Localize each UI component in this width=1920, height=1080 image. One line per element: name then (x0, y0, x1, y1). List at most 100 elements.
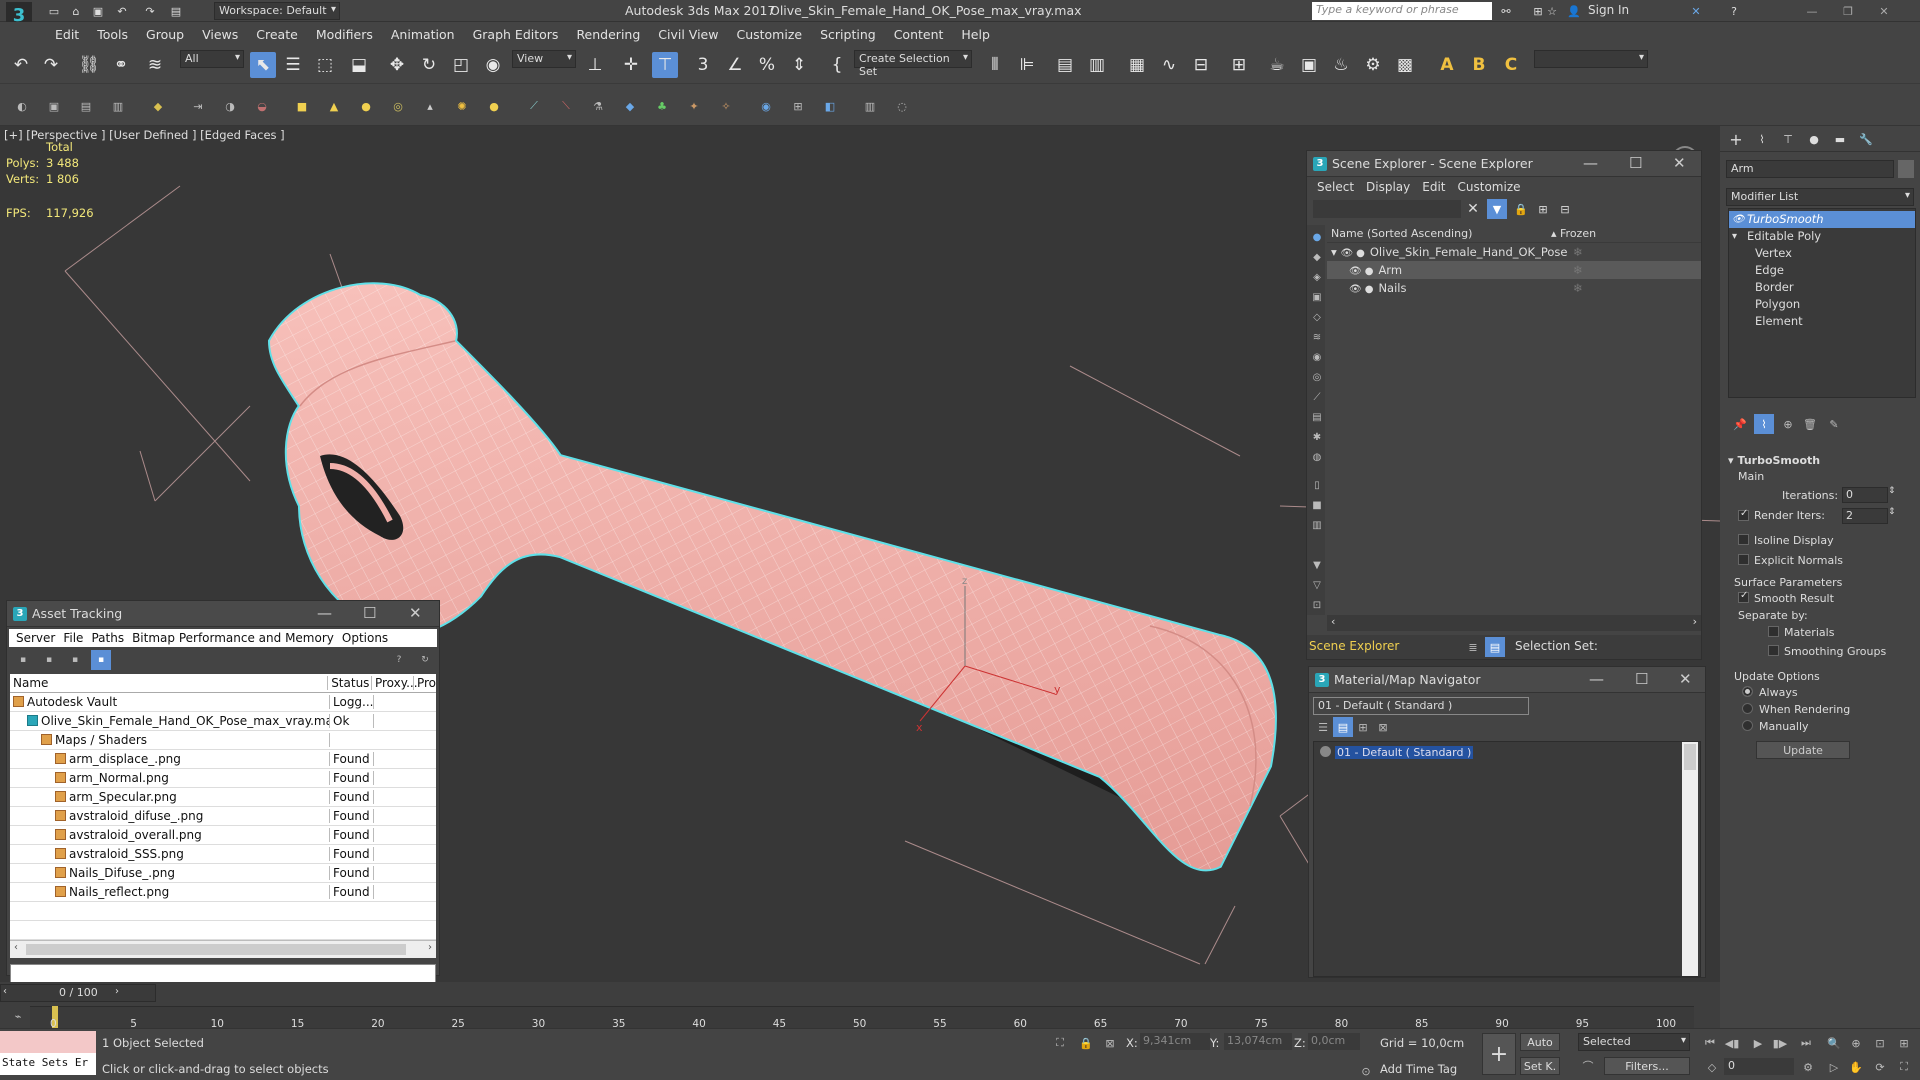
auto-key-button[interactable]: Auto (1520, 1033, 1560, 1051)
pin-stack-icon[interactable]: 📌 (1730, 414, 1750, 434)
at-menu-server[interactable]: Server (12, 631, 59, 645)
search-input[interactable]: Type a keyword or phrase (1312, 2, 1492, 20)
menu-content[interactable]: Content (885, 27, 953, 42)
se-display-geometry-icon[interactable]: ● (1307, 227, 1327, 247)
se-menu-display[interactable]: Display (1360, 180, 1416, 194)
cone-icon[interactable]: ▲ (324, 96, 344, 116)
move-icon[interactable]: ✥ (384, 52, 410, 78)
y-coord-field[interactable]: 13,074cm (1224, 1033, 1292, 1050)
place-icon[interactable]: ◉ (480, 52, 506, 78)
when-rendering-radio[interactable] (1742, 703, 1753, 714)
select-by-name-icon[interactable]: ☰ (280, 52, 306, 78)
table-row[interactable]: Autodesk Vault Logg... (10, 693, 436, 712)
sub-object-item[interactable]: Edge (1729, 262, 1915, 279)
at-menu-options[interactable]: Options (338, 631, 392, 645)
curve-editor-icon[interactable]: ∿ (1156, 52, 1182, 78)
extra-dropdown[interactable] (1534, 50, 1648, 68)
render-setup-icon[interactable]: ☕ (1264, 52, 1290, 78)
tool-icon-1[interactable]: ◐ (12, 96, 32, 116)
scene-explorer-titlebar[interactable]: 3 Scene Explorer - Scene Explorer — ☐ ✕ (1307, 151, 1701, 177)
tool-icon-15[interactable]: ✧ (716, 96, 736, 116)
object-name-field[interactable]: Arm (1726, 160, 1894, 178)
se-menu-select[interactable]: Select (1311, 180, 1360, 194)
motion-tab-icon[interactable]: ● (1804, 129, 1824, 149)
hierarchy-tab-icon[interactable]: ⊤ (1778, 129, 1798, 149)
absolute-mode-icon[interactable]: ⊠ (1100, 1033, 1120, 1053)
configure-sets-icon[interactable]: ✎ (1824, 414, 1844, 434)
show-end-result-icon[interactable]: ⌇ (1754, 414, 1774, 434)
isoline-display-checkbox[interactable] (1738, 534, 1749, 545)
maximize-viewport-icon[interactable]: ⛶ (1894, 1057, 1914, 1077)
se-display-invert-icon[interactable]: ◍ (1307, 447, 1327, 467)
hierarchy-icon[interactable]: ⊞ (1533, 199, 1553, 219)
add-time-tag[interactable]: Add Time Tag (1380, 1062, 1457, 1076)
se-layer-icon[interactable]: ⊡ (1307, 595, 1327, 615)
help-icon[interactable]: ? (1724, 1, 1744, 21)
render-iterative-icon[interactable]: ⚙ (1360, 52, 1386, 78)
se-hscrollbar[interactable]: ‹ › (1327, 615, 1701, 631)
close-icon[interactable]: ✕ (409, 604, 422, 622)
zoom-extents-icon[interactable]: ⊡ (1870, 1033, 1890, 1053)
maximize-icon[interactable]: ☐ (363, 604, 376, 622)
snaps-toggle-icon[interactable]: 3 (690, 52, 716, 78)
se-layers-icon[interactable]: ≣ (1463, 637, 1483, 657)
minimize-icon[interactable]: — (317, 604, 332, 622)
always-radio[interactable] (1742, 686, 1753, 697)
time-config-icon[interactable]: ⚙ (1798, 1057, 1818, 1077)
text-c-icon[interactable]: C (1498, 52, 1524, 78)
minimize-icon[interactable]: — (1589, 670, 1604, 688)
modifier-stack-item[interactable]: 👁 TurboSmooth (1729, 211, 1915, 228)
restore-icon[interactable]: ❐ (1838, 1, 1858, 21)
edit-named-selection-icon[interactable]: { (824, 52, 850, 78)
se-col-frozen[interactable]: ▴ Frozen (1551, 227, 1596, 240)
clear-search-icon[interactable]: ✕ (1463, 199, 1483, 219)
save-file-icon[interactable]: ▣ (88, 1, 108, 21)
se-display-lights-icon[interactable]: ◈ (1307, 267, 1327, 287)
modifier-stack-item[interactable]: ▾ Editable Poly (1729, 228, 1915, 245)
scene-object-item[interactable]: 👁 ● Nails ❄ (1327, 279, 1701, 297)
create-tab-icon[interactable]: + (1726, 129, 1746, 149)
tool-icon-2[interactable]: ▣ (44, 96, 64, 116)
scene-object-item[interactable]: 👁 ● Arm ❄ (1327, 261, 1701, 279)
se-filter-icon[interactable]: ▼ (1307, 555, 1327, 575)
tool-icon-12[interactable]: ◆ (620, 96, 640, 116)
align-icon[interactable]: ⊫ (1014, 52, 1040, 78)
close-icon[interactable]: ✕ (1673, 154, 1686, 172)
zoom-icon[interactable]: 🔍 (1824, 1033, 1844, 1053)
frozen-snowflake-icon[interactable]: ❄ (1573, 243, 1583, 261)
render-iters-checkbox[interactable] (1738, 508, 1749, 521)
se-display-groups-icon[interactable]: ◉ (1307, 347, 1327, 367)
layer-explorer-icon[interactable]: ▤ (1052, 52, 1078, 78)
pan-icon[interactable]: ✋ (1846, 1057, 1866, 1077)
filters-button[interactable]: Filters... (1604, 1057, 1690, 1075)
window-crossing-icon[interactable]: ⬓ (346, 52, 372, 78)
scale-icon[interactable]: ◰ (448, 52, 474, 78)
se-display-children-icon[interactable]: ▥ (1307, 515, 1327, 535)
set-key-big-button[interactable]: + (1482, 1033, 1516, 1075)
key-mode-icon[interactable]: ◇ (1702, 1057, 1722, 1077)
mn-item[interactable]: 01 - Default ( Standard ) (1320, 746, 1474, 762)
redo-quick-icon[interactable]: ↷ (140, 1, 160, 21)
table-row[interactable]: arm_displace_.png Found (10, 750, 436, 769)
maxscript-pink-field[interactable] (0, 1031, 96, 1053)
explicit-normals-checkbox[interactable] (1738, 554, 1749, 565)
maximize-icon[interactable]: ☐ (1635, 670, 1648, 688)
se-display-spacewarps-icon[interactable]: ≋ (1307, 327, 1327, 347)
new-file-icon[interactable]: ▭ (44, 1, 64, 21)
update-button[interactable]: Update (1756, 741, 1850, 759)
sub-object-item[interactable]: Element (1729, 313, 1915, 330)
x-coord-field[interactable]: 9,341cm (1140, 1033, 1210, 1050)
rollout-title[interactable]: ▾ TurboSmooth (1728, 454, 1916, 470)
iterations-spinner-arrows-icon[interactable]: ⇕ (1888, 486, 1896, 496)
pivot-center-icon[interactable]: ⊥ (582, 52, 608, 78)
binoculars-icon[interactable]: ⚯ (1496, 1, 1516, 21)
menu-rendering[interactable]: Rendering (567, 27, 649, 42)
menu-edit[interactable]: Edit (46, 27, 88, 42)
tool-icon-4[interactable]: ▥ (108, 96, 128, 116)
menu-group[interactable]: Group (137, 27, 193, 42)
frozen-snowflake-icon[interactable]: ❄ (1573, 279, 1583, 297)
scene-root-item[interactable]: ▾ 👁 ● Olive_Skin_Female_Hand_OK_Pose ❄ (1327, 243, 1701, 261)
selection-filter-dropdown[interactable]: All (180, 50, 244, 68)
sub-object-item[interactable]: Polygon (1729, 296, 1915, 313)
tool-icon-10[interactable]: ⟍ (556, 96, 576, 116)
